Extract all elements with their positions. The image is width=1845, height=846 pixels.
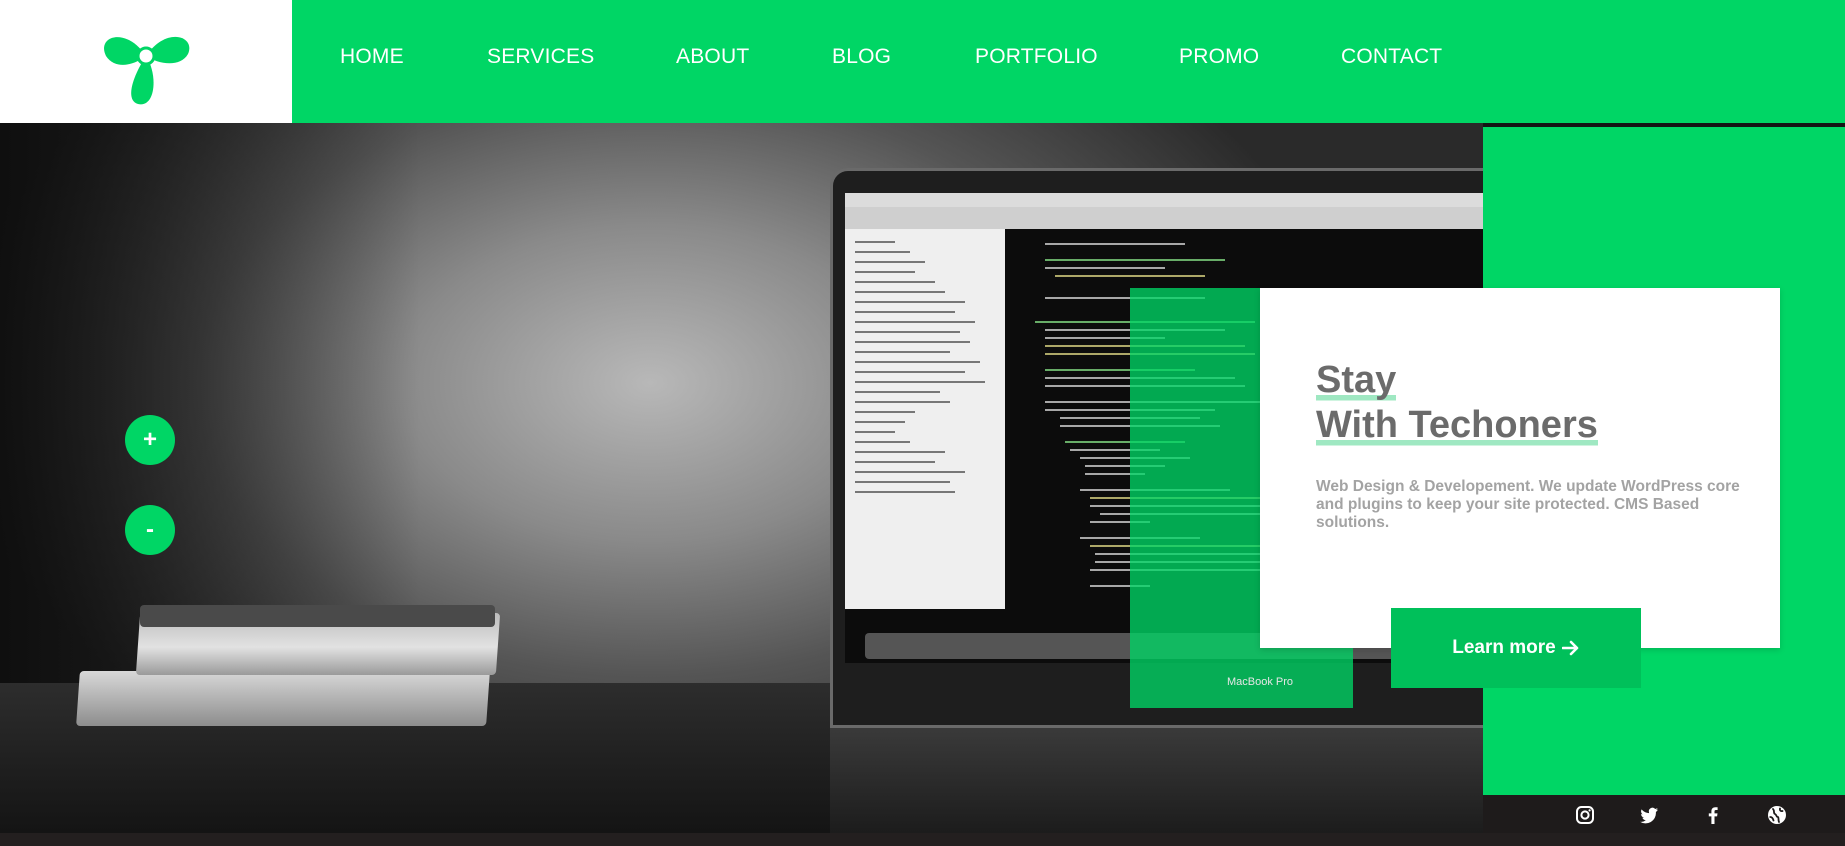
screen-file-tree: [845, 229, 1005, 609]
card-title-line1: Stay: [1316, 358, 1397, 403]
book-bottom: [76, 671, 490, 726]
zoom-out-button[interactable]: -: [125, 505, 175, 555]
screen-menubar: [845, 193, 1483, 207]
arrow-right-icon: [1561, 640, 1579, 656]
main-nav: HOME SERVICES ABOUT BLOG PORTFOLIO PROMO…: [292, 0, 1845, 123]
book-cover: [140, 605, 495, 627]
nav-home[interactable]: HOME: [340, 45, 404, 69]
learn-more-button[interactable]: Learn more: [1391, 608, 1641, 688]
card-title: Stay With Techoners: [1316, 358, 1598, 448]
logo-area[interactable]: [0, 0, 292, 123]
nav-blog[interactable]: BLOG: [832, 45, 891, 69]
hero-card: Stay With Techoners Web Design & Develop…: [1260, 288, 1780, 648]
card-title-line2: With Techoners: [1316, 403, 1598, 448]
facebook-icon[interactable]: [1703, 805, 1723, 825]
laptop-base: [830, 728, 1483, 833]
nav-contact[interactable]: CONTACT: [1341, 45, 1442, 69]
nav-services[interactable]: SERVICES: [487, 45, 594, 69]
learn-more-label: Learn more: [1452, 637, 1556, 658]
nav-portfolio[interactable]: PORTFOLIO: [975, 45, 1098, 69]
twitter-icon[interactable]: [1639, 805, 1659, 825]
tri-leaf-logo-icon: [104, 36, 190, 104]
social-bar: [1483, 795, 1845, 833]
zoom-in-button[interactable]: +: [125, 415, 175, 465]
nav-promo[interactable]: PROMO: [1179, 45, 1259, 69]
instagram-icon[interactable]: [1575, 805, 1595, 825]
footer-strip: [0, 833, 1845, 846]
screen-toolbar: [845, 207, 1483, 229]
laptop-label: MacBook Pro: [1227, 676, 1294, 688]
card-description: Web Design & Developement. We update Wor…: [1316, 478, 1740, 531]
nav-about[interactable]: ABOUT: [676, 45, 749, 69]
globe-icon[interactable]: [1767, 805, 1787, 825]
